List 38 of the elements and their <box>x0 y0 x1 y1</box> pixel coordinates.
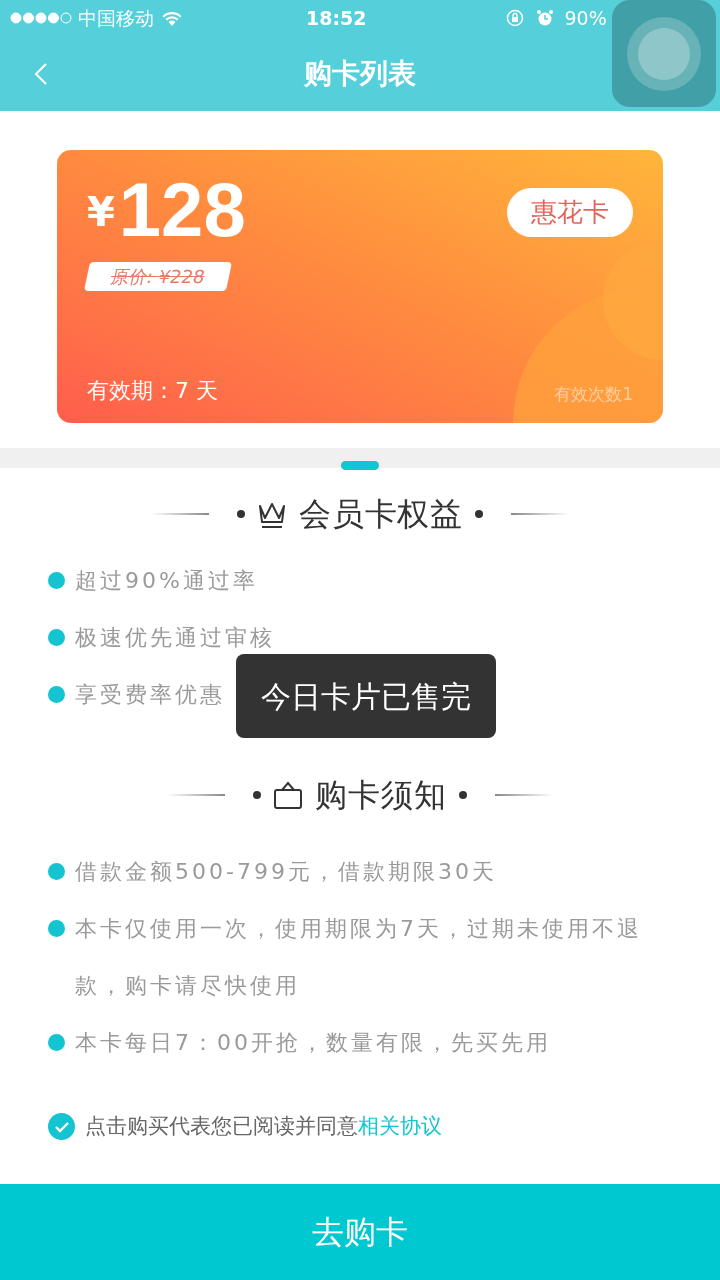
list-text: 本卡仅使用一次，使用期限为7天，过期未使用不退款，购卡请尽快使用 <box>75 915 643 1000</box>
agreement-text: 点击购买代表您已阅读并同意 <box>85 1113 358 1140</box>
agreement-link[interactable]: 相关协议 <box>358 1111 442 1143</box>
bullet-icon <box>48 920 65 937</box>
list-text: 享受费率优惠 <box>75 681 225 709</box>
list-text: 本卡每日7：00开抢，数量有限，先买先用 <box>75 1029 551 1057</box>
buy-card-button[interactable]: 去购卡 <box>0 1184 720 1280</box>
original-price: 原价: ¥228 <box>83 262 232 291</box>
checkmark-icon <box>53 1120 70 1133</box>
bullet-icon <box>48 863 65 880</box>
section-title: 购卡须知 <box>315 775 447 816</box>
section-title: 会员卡权益 <box>299 494 463 535</box>
list-text: 超过90%通过率 <box>75 567 258 595</box>
back-icon[interactable] <box>34 61 48 86</box>
signal-icon <box>10 12 72 24</box>
wifi-icon <box>162 10 182 26</box>
bullet-icon <box>48 1034 65 1051</box>
slider-indicator <box>341 461 379 470</box>
bullet-icon <box>48 629 65 646</box>
currency-symbol: ¥ <box>87 188 115 237</box>
card-price: 128 <box>118 170 246 250</box>
assistive-touch-icon[interactable] <box>612 0 716 107</box>
alarm-icon <box>536 9 555 27</box>
clock-time: 18:52 <box>306 5 367 31</box>
bullet-icon <box>48 572 65 589</box>
shopping-bag-icon <box>273 780 304 810</box>
page-title: 购卡列表 <box>304 55 416 92</box>
usage-count: 有效次数1 <box>554 382 633 406</box>
card-type-badge: 惠花卡 <box>507 188 633 237</box>
list-text: 借款金额500-799元，借款期限30天 <box>75 858 497 886</box>
carrier-name: 中国移动 <box>78 5 154 31</box>
bullet-icon <box>48 686 65 703</box>
validity-text: 有效期：7 天 <box>87 377 218 405</box>
battery-percent: 90% <box>564 5 607 31</box>
rotation-lock-icon <box>506 9 525 27</box>
list-text: 极速优先通过审核 <box>75 624 275 652</box>
toast-message: 今日卡片已售完 <box>236 654 496 738</box>
agree-checkbox[interactable] <box>48 1113 75 1141</box>
